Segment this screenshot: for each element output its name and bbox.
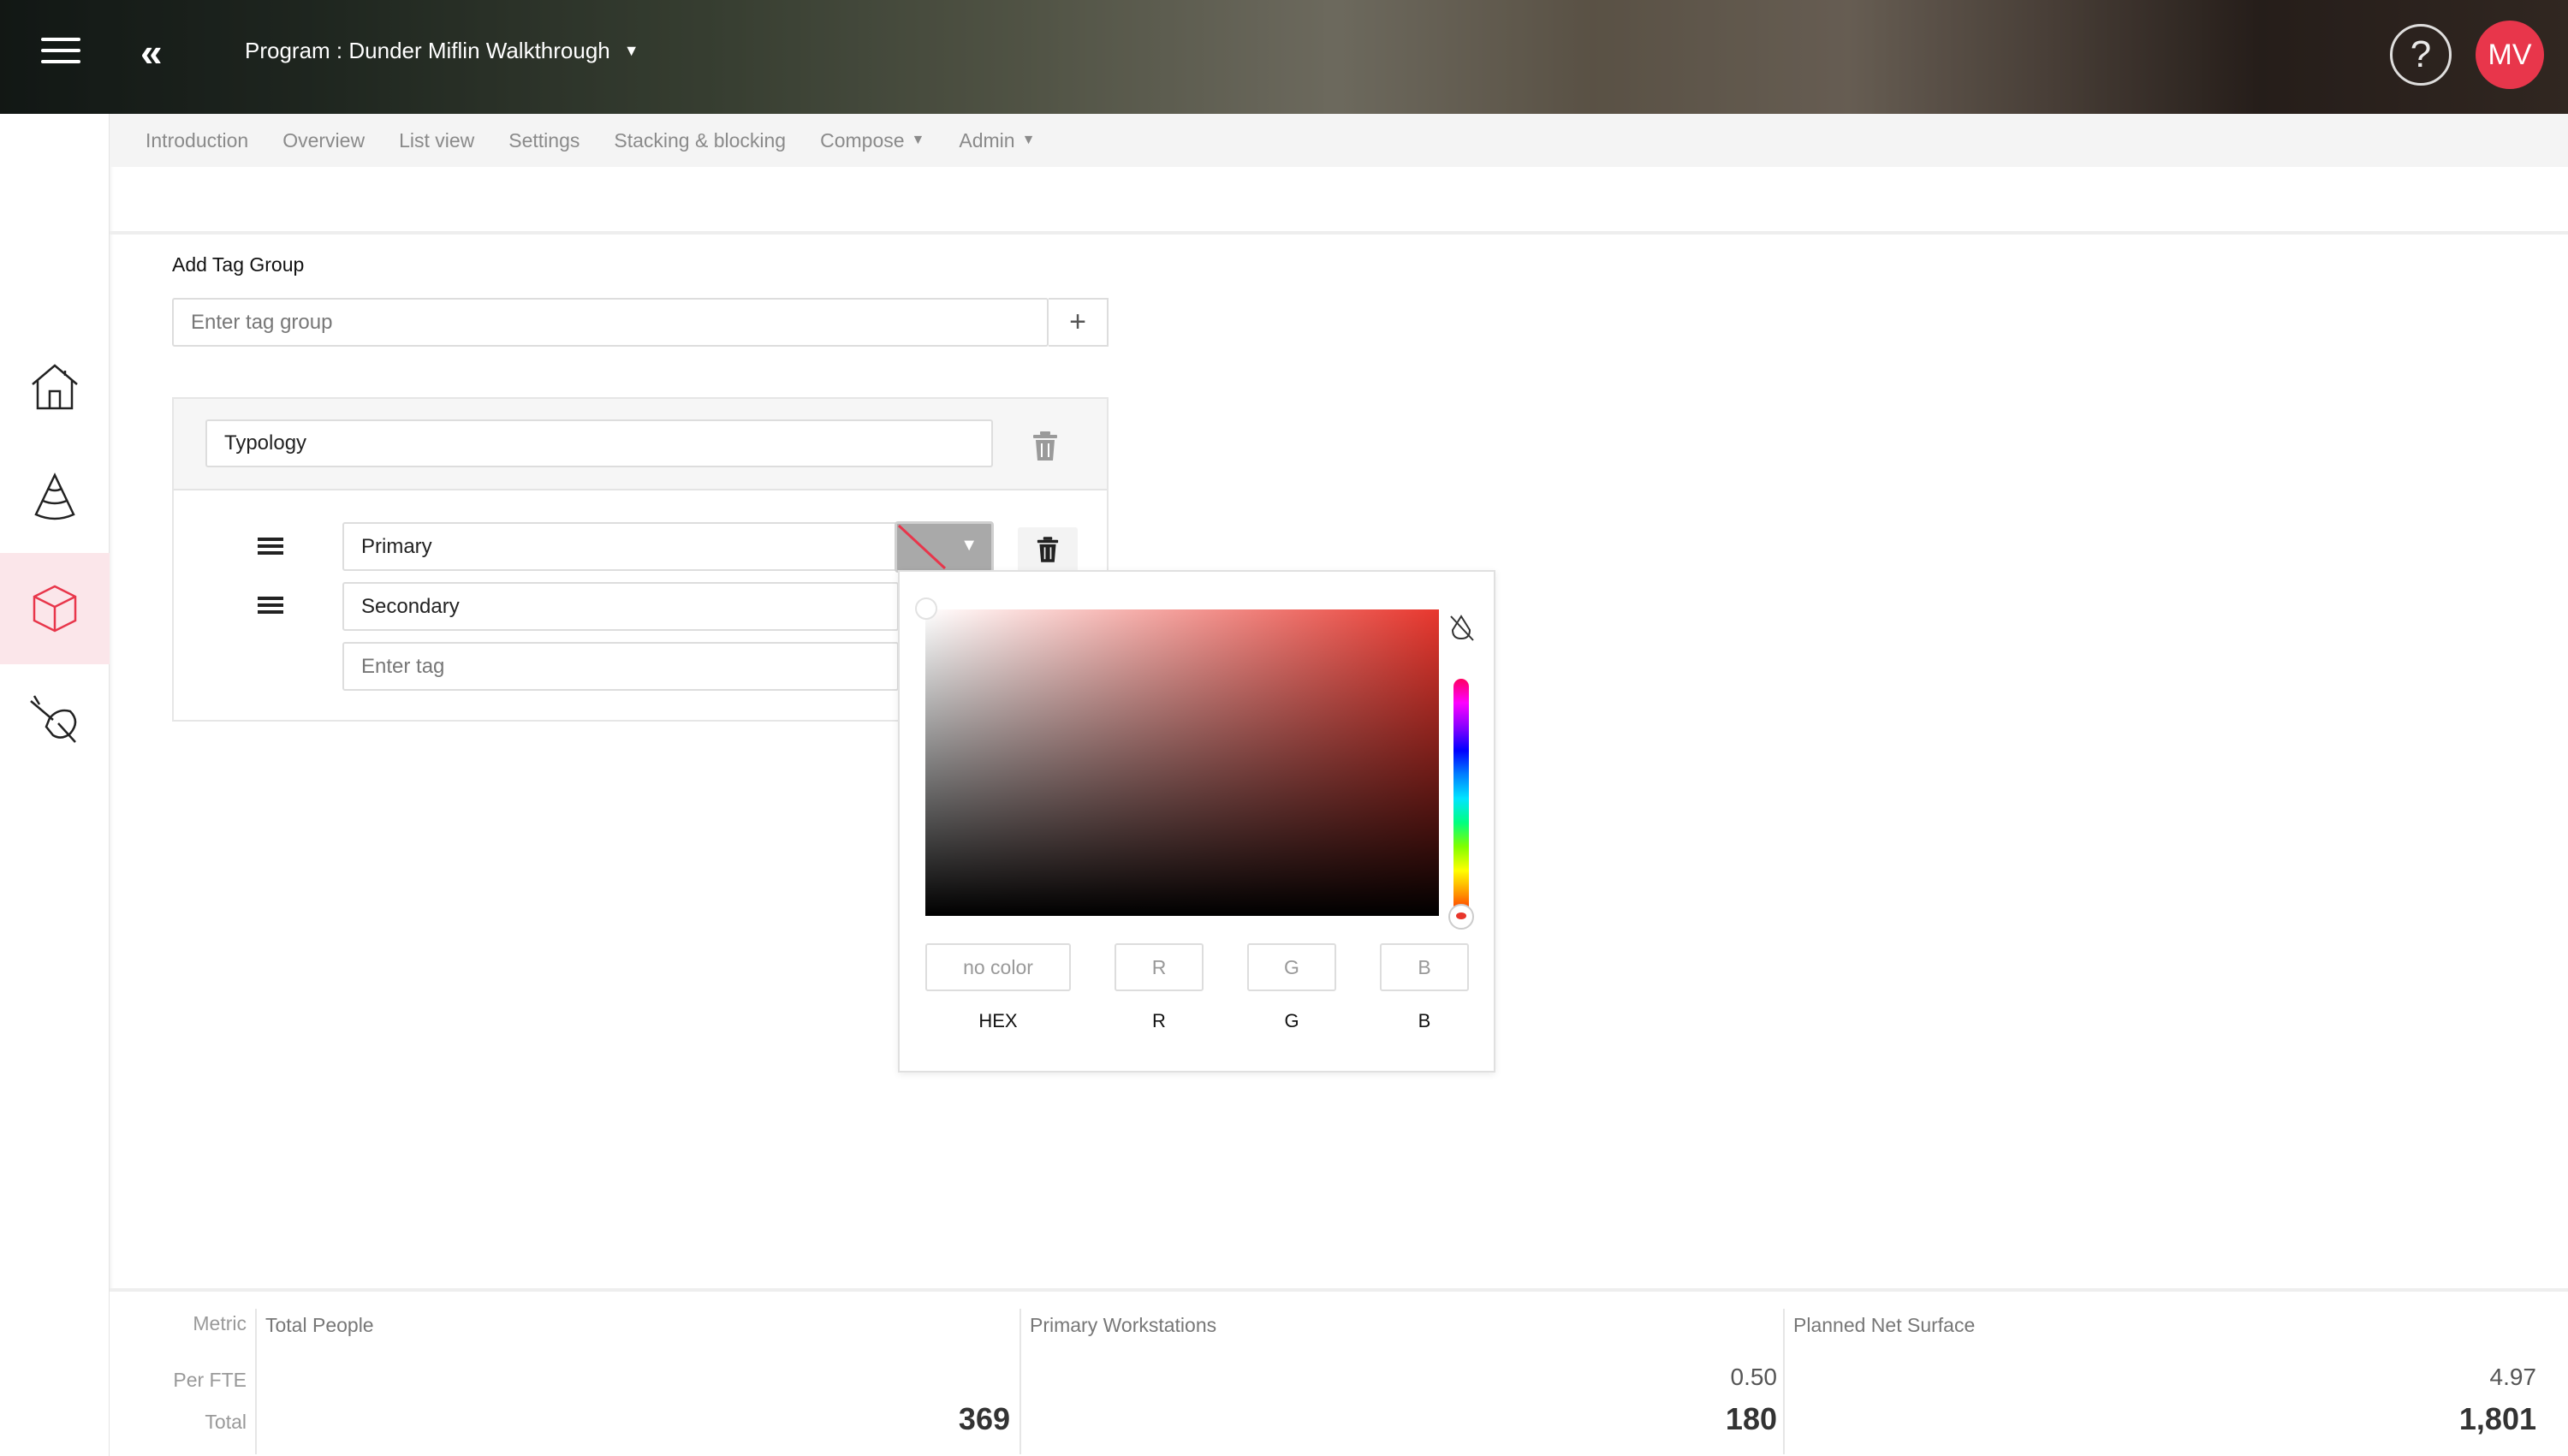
tab-settings[interactable]: Settings xyxy=(508,129,580,152)
trash-icon[interactable] xyxy=(1032,431,1058,461)
drag-handle-icon[interactable] xyxy=(258,538,283,555)
r-label: R xyxy=(1152,1010,1166,1031)
sidebar-item-design[interactable] xyxy=(0,664,110,776)
avatar[interactable]: MV xyxy=(2476,21,2544,89)
tab-introduction[interactable]: Introduction xyxy=(146,129,248,152)
saturation-handle[interactable] xyxy=(915,597,937,620)
trash-icon xyxy=(1037,537,1059,562)
b-label: B xyxy=(1418,1010,1431,1031)
tag-group-header xyxy=(174,399,1107,490)
tab-label: Settings xyxy=(508,128,580,152)
caret-down-icon: ▼ xyxy=(960,536,978,555)
metric-total: 369 xyxy=(958,1401,1010,1436)
menu-icon[interactable] xyxy=(41,38,80,67)
no-color-swatch-icon xyxy=(897,524,947,570)
tag-field-primary[interactable] xyxy=(342,522,899,571)
metric-per-fte: 0.50 xyxy=(1730,1364,1778,1390)
program-label: Program : Dunder Miflin Walkthrough xyxy=(245,38,610,63)
metric-title: Primary Workstations xyxy=(1030,1314,1217,1336)
drag-handle-icon[interactable] xyxy=(258,597,283,614)
r-input[interactable] xyxy=(1115,943,1204,991)
tag-field-secondary[interactable] xyxy=(342,582,899,631)
metric-total: 180 xyxy=(1725,1401,1777,1436)
help-button[interactable]: ? xyxy=(2390,24,2452,86)
hue-handle[interactable] xyxy=(1448,904,1474,930)
divider xyxy=(110,231,2568,235)
hex-input[interactable] xyxy=(925,943,1071,991)
metric-title: Total People xyxy=(265,1314,374,1336)
tab-list-view[interactable]: List view xyxy=(399,129,474,152)
metric-planned-net-surface: Planned Net Surface 4.97 1,801 xyxy=(1783,1309,2536,1454)
metric-title: Planned Net Surface xyxy=(1793,1314,1976,1336)
no-color-icon[interactable] xyxy=(1444,611,1478,645)
add-tag-group-button[interactable]: + xyxy=(1049,298,1109,347)
delete-tag-button[interactable] xyxy=(1018,527,1078,572)
total-label: Total xyxy=(205,1411,247,1433)
tag-group-input[interactable] xyxy=(172,298,1049,347)
tab-label: Introduction xyxy=(146,128,249,152)
tab-label: Overview xyxy=(282,128,366,152)
tag-group-name-field[interactable] xyxy=(205,419,993,467)
per-fte-label: Per FTE xyxy=(173,1369,247,1391)
g-input[interactable] xyxy=(1247,943,1336,991)
sub-navigation: Introduction Overview List view Settings… xyxy=(110,114,2568,167)
metrics-footer: Metric Per FTE Total Total People 369 Pr… xyxy=(110,1288,2568,1456)
tab-stacking-blocking[interactable]: Stacking & blocking xyxy=(614,129,786,152)
tab-label: Compose xyxy=(820,128,905,152)
metric-total: 1,801 xyxy=(2458,1401,2536,1436)
sidebar-item-massing[interactable] xyxy=(0,442,110,553)
caret-down-icon: ▼ xyxy=(911,133,925,147)
sidebar-item-blocks[interactable] xyxy=(0,553,110,664)
caret-down-icon: ▼ xyxy=(1021,133,1036,147)
tab-admin[interactable]: Admin ▼ xyxy=(959,129,1035,152)
add-tag-group-label: Add Tag Group xyxy=(172,253,305,276)
saturation-value-area[interactable] xyxy=(925,609,1439,916)
tab-label: Stacking & blocking xyxy=(614,128,787,152)
tab-label: Admin xyxy=(959,128,1015,152)
hex-label: HEX xyxy=(978,1010,1018,1031)
top-header: « Program : Dunder Miflin Walkthrough ▼ … xyxy=(0,0,2568,114)
sidebar-item-home[interactable] xyxy=(0,330,110,442)
metric-label: Metric xyxy=(193,1312,247,1334)
metric-per-fte: 4.97 xyxy=(2489,1364,2537,1390)
color-picker-toggle[interactable]: ▼ xyxy=(895,521,994,573)
b-input[interactable] xyxy=(1380,943,1469,991)
brush-icon xyxy=(30,695,77,743)
home-icon xyxy=(32,364,78,410)
double-chevron-left-icon[interactable]: « xyxy=(140,31,163,74)
hue-slider[interactable] xyxy=(1453,679,1469,918)
tab-compose[interactable]: Compose ▼ xyxy=(820,129,924,152)
metric-primary-workstations: Primary Workstations 0.50 180 xyxy=(1019,1309,1777,1454)
caret-down-icon: ▼ xyxy=(623,42,639,59)
cube-icon xyxy=(33,585,77,633)
metric-total-people: Total People 369 xyxy=(255,1309,1010,1454)
tab-label: List view xyxy=(399,128,475,152)
program-selector[interactable]: Program : Dunder Miflin Walkthrough ▼ xyxy=(245,38,639,64)
cone-icon xyxy=(34,472,75,520)
tab-overview[interactable]: Overview xyxy=(282,129,365,152)
color-picker-popover: HEX R G B xyxy=(898,570,1495,1073)
new-tag-input[interactable] xyxy=(342,642,899,691)
sidebar xyxy=(0,114,110,1456)
g-label: G xyxy=(1284,1010,1299,1031)
